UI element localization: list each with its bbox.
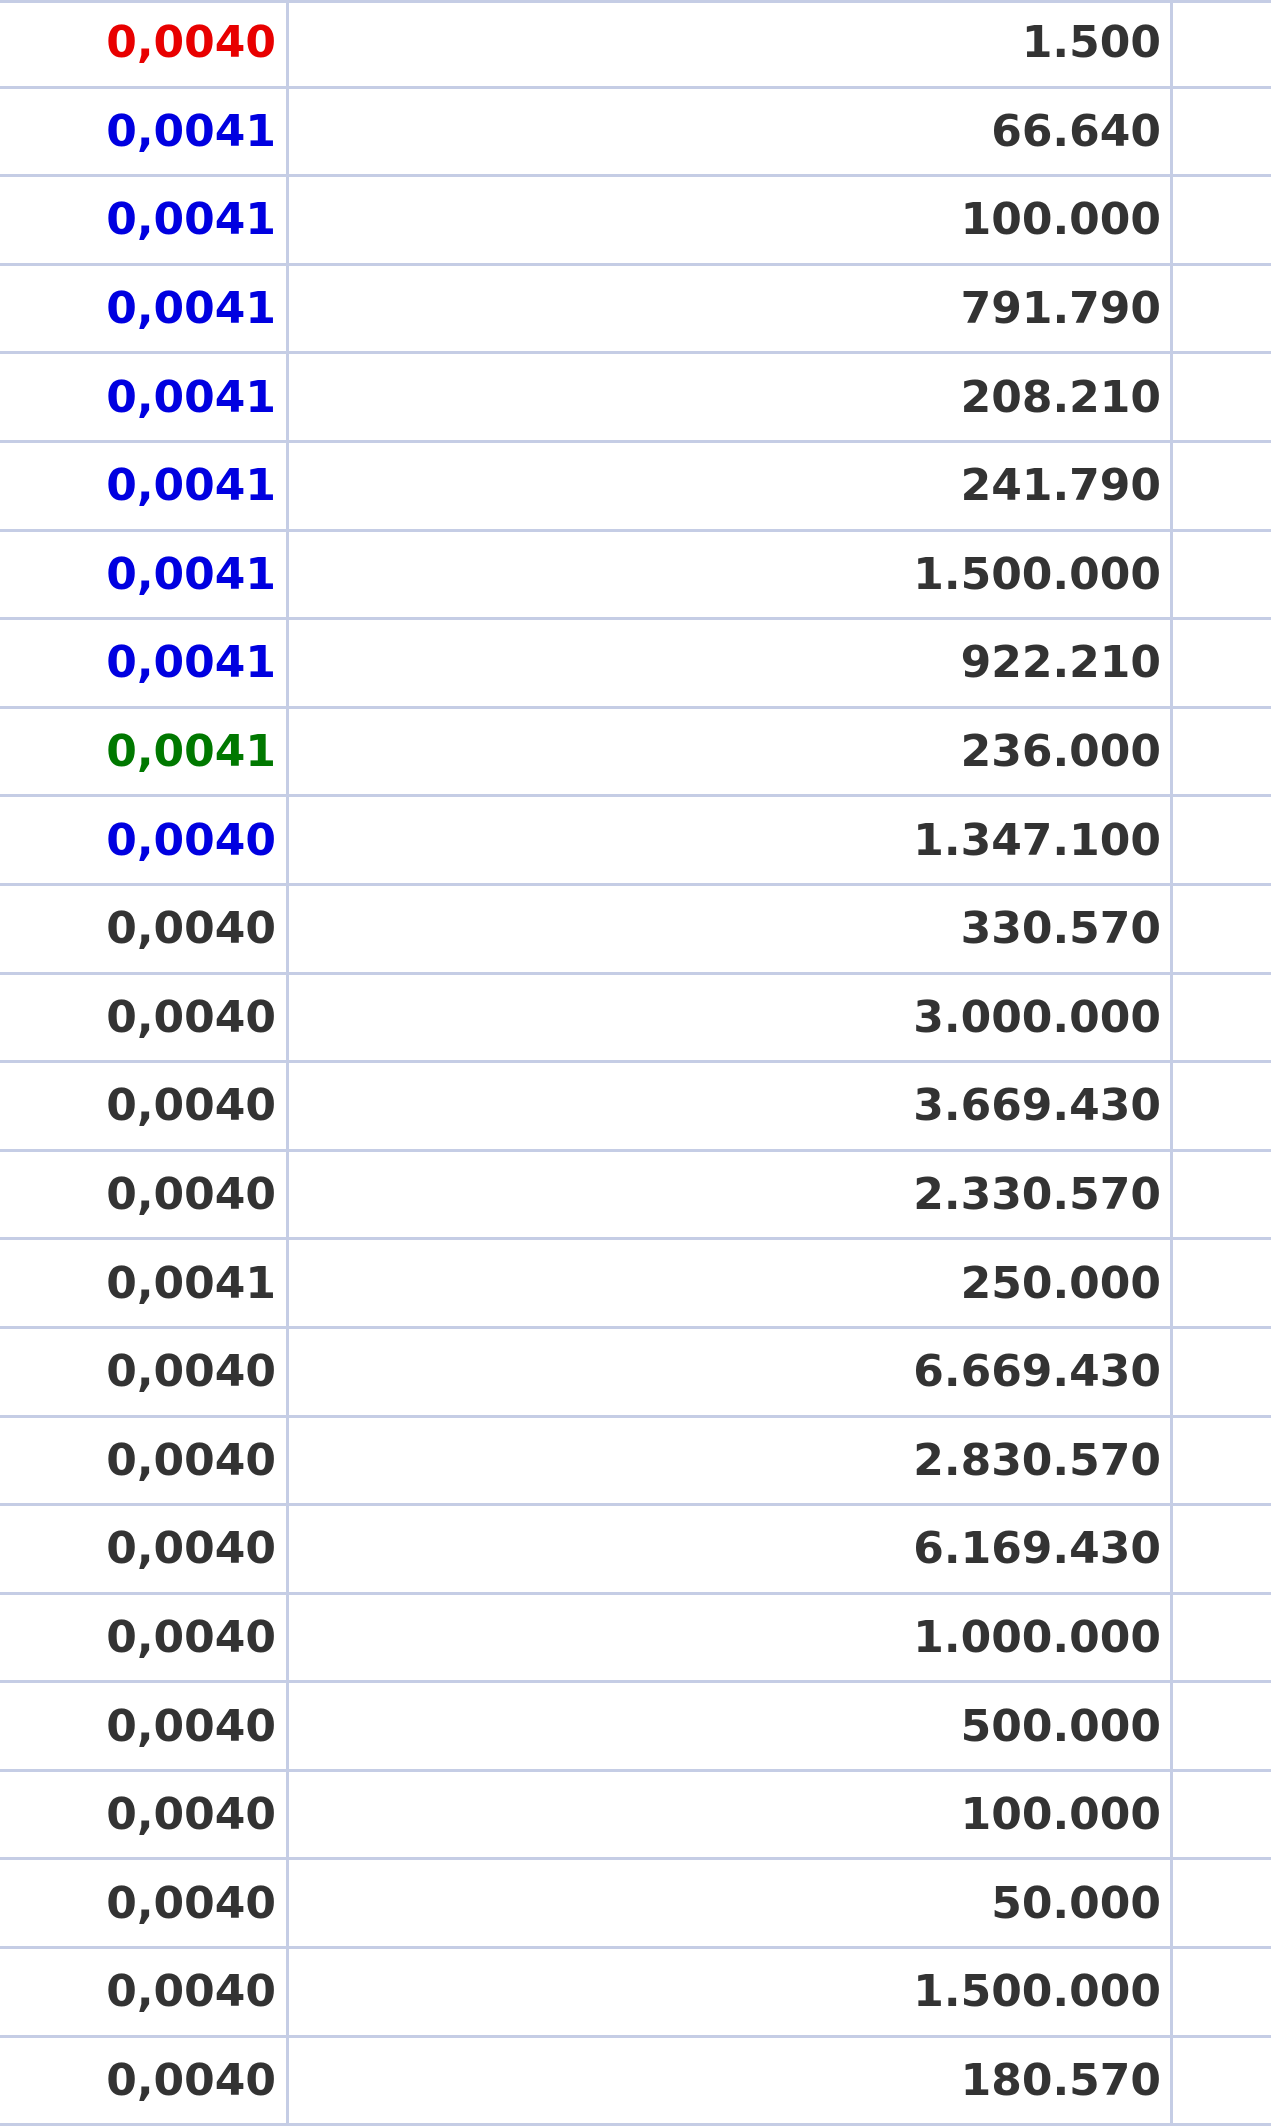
table-row: 0,0040 2.830.570: [0, 1418, 1271, 1507]
table-row: 0,0040 180.570: [0, 2038, 1271, 2126]
table-row: 0,0041 1.500.000: [0, 532, 1271, 621]
volume-cell: 100.000: [960, 194, 1161, 246]
volume-cell: 3.669.430: [913, 1080, 1161, 1132]
price-cell: 0,0040: [106, 1700, 276, 1752]
volume-cell: 2.330.570: [913, 1169, 1161, 1221]
table-row: 0,0041 100.000: [0, 177, 1271, 266]
table-row: 0,0041 208.210: [0, 354, 1271, 443]
price-cell: 0,0040: [106, 1346, 276, 1398]
column-divider-price: [286, 0, 289, 2126]
table-row: 0,0040 3.669.430: [0, 1063, 1271, 1152]
volume-cell: 2.830.570: [913, 1434, 1161, 1486]
table-row: 0,0040 1.500.000: [0, 1949, 1271, 2038]
price-cell: 0,0040: [106, 1877, 276, 1929]
volume-cell: 6.669.430: [913, 1346, 1161, 1398]
volume-cell: 208.210: [960, 371, 1161, 423]
table-row: 0,0040 3.000.000: [0, 975, 1271, 1064]
volume-cell: 1.500: [1021, 17, 1161, 69]
price-cell: 0,0040: [106, 903, 276, 955]
volume-cell: 1.500.000: [913, 548, 1161, 600]
table-row: 0,0040 6.669.430: [0, 1329, 1271, 1418]
price-cell: 0,0041: [106, 460, 276, 512]
price-cell: 0,0041: [106, 726, 276, 778]
table-row: 0,0041 922.210: [0, 620, 1271, 709]
price-cell: 0,0040: [106, 1434, 276, 1486]
volume-cell: 66.640: [991, 105, 1161, 157]
price-cell: 0,0041: [106, 283, 276, 335]
volume-cell: 100.000: [960, 1789, 1161, 1841]
column-divider-volume: [1170, 0, 1173, 2126]
table-row: 0,0041 250.000: [0, 1240, 1271, 1329]
table-row: 0,0040 6.169.430: [0, 1506, 1271, 1595]
volume-cell: 236.000: [960, 726, 1161, 778]
volume-cell: 330.570: [960, 903, 1161, 955]
price-cell: 0,0041: [106, 371, 276, 423]
price-cell: 0,0040: [106, 1169, 276, 1221]
price-cell: 0,0040: [106, 2054, 276, 2106]
volume-cell: 6.169.430: [913, 1523, 1161, 1575]
volume-cell: 1.347.100: [913, 814, 1161, 866]
price-cell: 0,0041: [106, 548, 276, 600]
volume-cell: 1.500.000: [913, 1966, 1161, 2018]
table-row: 0,0040 1.500: [0, 0, 1271, 89]
table-row: 0,0041 791.790: [0, 266, 1271, 355]
price-cell: 0,0040: [106, 814, 276, 866]
price-cell: 0,0040: [106, 991, 276, 1043]
table-row: 0,0041 241.790: [0, 443, 1271, 532]
price-cell: 0,0041: [106, 637, 276, 689]
table-row: 0,0040 50.000: [0, 1860, 1271, 1950]
volume-cell: 1.000.000: [913, 1611, 1161, 1663]
volume-cell: 250.000: [960, 1257, 1161, 1309]
price-cell: 0,0040: [106, 1080, 276, 1132]
table-row: 0,0040 1.000.000: [0, 1595, 1271, 1684]
price-cell: 0,0041: [106, 194, 276, 246]
volume-cell: 180.570: [960, 2054, 1161, 2106]
table-row: 0,0040 100.000: [0, 1772, 1271, 1861]
trade-history-table: 0,0040 1.500 0,0041 66.640 0,0041 100.000 0,00…: [0, 0, 1271, 2126]
trade-rows: 0,0040 1.500 0,0041 66.640 0,0041 100.000 0,00…: [0, 0, 1271, 2126]
price-cell: 0,0041: [106, 1257, 276, 1309]
table-row: 0,0041 66.640: [0, 89, 1271, 178]
price-cell: 0,0040: [106, 1966, 276, 2018]
volume-cell: 50.000: [991, 1877, 1161, 1929]
volume-cell: 3.000.000: [913, 991, 1161, 1043]
volume-cell: 922.210: [960, 637, 1161, 689]
volume-cell: 241.790: [960, 460, 1161, 512]
price-cell: 0,0040: [106, 1789, 276, 1841]
price-cell: 0,0041: [106, 105, 276, 157]
table-row: 0,0040 2.330.570: [0, 1152, 1271, 1241]
table-row: 0,0040 500.000: [0, 1683, 1271, 1772]
price-cell: 0,0040: [106, 1611, 276, 1663]
table-row: 0,0040 1.347.100: [0, 797, 1271, 886]
price-cell: 0,0040: [106, 1523, 276, 1575]
volume-cell: 500.000: [960, 1700, 1161, 1752]
volume-cell: 791.790: [960, 283, 1161, 335]
table-row: 0,0040 330.570: [0, 886, 1271, 975]
table-row: 0,0041 236.000: [0, 709, 1271, 798]
price-cell: 0,0040: [106, 17, 276, 69]
